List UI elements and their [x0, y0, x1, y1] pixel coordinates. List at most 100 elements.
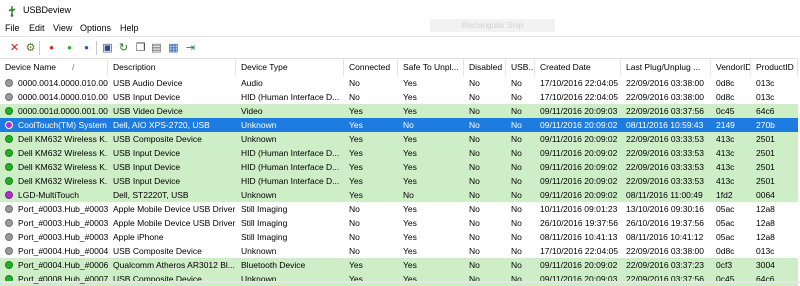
table-cell: HID (Human Interface D...: [241, 148, 340, 158]
table-cell: No: [511, 190, 522, 200]
table-cell: No: [511, 274, 522, 284]
refresh-icon[interactable]: ↻: [117, 41, 130, 54]
column-header[interactable]: Safe To Unpl...: [398, 59, 464, 76]
column-header-label: Disabled: [469, 62, 503, 72]
blue-dot-icon[interactable]: ●: [80, 41, 93, 54]
table-cell: Dell KM632 Wireless K...: [18, 134, 108, 144]
table-row[interactable]: Dell KM632 Wireless K... USB Input Device…: [0, 146, 798, 160]
delete-icon[interactable]: ✕: [8, 41, 21, 54]
table-row[interactable]: Port_#0004.Hub_#0004 USB Composite Device…: [0, 244, 798, 258]
table-cell: No: [511, 232, 522, 242]
table-cell: 22/09/2016 03:33:53: [626, 134, 704, 144]
table-cell: Yes: [403, 78, 417, 88]
exit-icon[interactable]: ⇥: [184, 41, 197, 54]
menu-help[interactable]: Help: [119, 23, 140, 33]
table-cell: 26/10/2016 19:37:56: [626, 218, 704, 228]
menu-edit[interactable]: Edit: [28, 23, 46, 33]
table-cell: USB Composite Device: [113, 246, 202, 256]
column-header-label: Last Plug/Unplug ...: [626, 62, 701, 72]
menu-file[interactable]: File: [4, 23, 21, 33]
column-header[interactable]: USB...: [506, 59, 535, 76]
table-cell: Yes: [403, 148, 417, 158]
table-cell: Yes: [403, 274, 417, 284]
table-row[interactable]: LGD-MultiTouch Dell, ST2220T, USB Unknown Y…: [0, 188, 798, 202]
table-cell: 09/11/2016 20:09:03: [540, 274, 618, 284]
table-cell: Yes: [349, 162, 363, 172]
table-cell: 2501: [756, 162, 775, 172]
properties-icon[interactable]: ▤: [150, 41, 163, 54]
table-cell: Dell KM632 Wireless K...: [18, 148, 108, 158]
table-cell: No: [511, 176, 522, 186]
table-row[interactable]: Dell KM632 Wireless K... USB Composite De…: [0, 132, 798, 146]
menu-options[interactable]: Options: [79, 23, 112, 33]
table-cell: Dell, ST2220T, USB: [113, 190, 189, 200]
column-header[interactable]: Device Type: [236, 59, 344, 76]
green-dot-icon[interactable]: ●: [63, 41, 76, 54]
table-row[interactable]: Dell KM632 Wireless K... USB Input Device…: [0, 160, 798, 174]
table-cell: Video: [241, 106, 263, 116]
table-cell: 2149: [716, 120, 735, 130]
table-cell: 22/09/2016 03:37:56: [626, 106, 704, 116]
column-header-row: Device Name / Description Device Type Connec…: [0, 58, 798, 77]
column-header[interactable]: Device Name /: [0, 59, 108, 76]
table-row[interactable]: Dell KM632 Wireless K... USB Input Device…: [0, 174, 798, 188]
red-dot-icon[interactable]: ●: [45, 41, 58, 54]
table-cell: No: [469, 190, 480, 200]
column-header[interactable]: Last Plug/Unplug ...: [621, 59, 711, 76]
table-row[interactable]: CoolTouch(TM) System Dell, AIO XPS-2720, …: [0, 118, 798, 132]
table-cell: 17/10/2016 22:04:05: [540, 78, 618, 88]
column-header-label: Device Type: [241, 62, 288, 72]
copy-icon[interactable]: ❐: [134, 41, 147, 54]
column-header-label: Safe To Unpl...: [403, 62, 459, 72]
table-cell: 413c: [716, 148, 735, 158]
column-header[interactable]: Connected: [344, 59, 398, 76]
table-cell: Yes: [349, 176, 363, 186]
table-cell: Unknown: [241, 274, 277, 284]
menu-view[interactable]: View: [52, 23, 73, 33]
table-cell: 64c6: [756, 274, 775, 284]
column-header-label: Device Name: [5, 62, 57, 72]
column-header-label: Description: [113, 62, 156, 72]
table-row[interactable]: Port_#0003.Hub_#0003 Apple Mobile Device …: [0, 202, 798, 216]
table-cell: 0d8c: [716, 246, 735, 256]
table-row[interactable]: Port_#0004.Hub_#0006 Qualcomm Atheros AR3…: [0, 258, 798, 272]
uninstall-icon[interactable]: ⚙: [24, 41, 37, 54]
table-cell: 2501: [756, 134, 775, 144]
column-header[interactable]: Disabled: [464, 59, 506, 76]
table-cell: Port_#0003.Hub_#0003: [18, 218, 108, 228]
table-row[interactable]: 0000.0014.0000.010.00... USB Input Device…: [0, 90, 798, 104]
table-cell: 270b: [756, 120, 775, 130]
table-cell: No: [469, 204, 480, 214]
table-cell: 09/11/2016 20:09:02: [540, 162, 618, 172]
table-cell: No: [469, 78, 480, 88]
table-row[interactable]: Port_#0003.Hub_#0003 Apple iPhone Still Im…: [0, 230, 798, 244]
table-cell: Yes: [403, 204, 417, 214]
table-row[interactable]: Port_#0003.Hub_#0003 Apple Mobile Device …: [0, 216, 798, 230]
save-icon[interactable]: ▣: [101, 41, 114, 54]
table-cell: Unknown: [241, 190, 277, 200]
table-row[interactable]: 0000.0014.0000.010.00... USB Audio Device…: [0, 76, 798, 90]
column-header[interactable]: ProductID: [751, 59, 798, 76]
table-cell: 013c: [756, 78, 775, 88]
html-report-icon[interactable]: ▦: [167, 41, 180, 54]
table-cell: 22/09/2016 03:33:53: [626, 162, 704, 172]
table-cell: 22/09/2016 03:33:53: [626, 148, 704, 158]
table-cell: 413c: [716, 176, 735, 186]
table-cell: 05ac: [716, 204, 735, 214]
table-cell: Port_#0008.Hub_#0007: [18, 274, 108, 284]
table-cell: No: [511, 134, 522, 144]
table-cell: 0d8c: [716, 78, 735, 88]
table-cell: 2501: [756, 176, 775, 186]
table-cell: Yes: [403, 218, 417, 228]
table-row[interactable]: Port_#0008.Hub_#0007 USB Composite Device…: [0, 272, 798, 286]
column-header-label: Connected: [349, 62, 391, 72]
table-cell: Dell KM632 Wireless K...: [18, 162, 108, 172]
table-cell: 3004: [756, 260, 775, 270]
table-cell: 08/11/2016 11:00:49: [626, 190, 703, 200]
column-header[interactable]: Description: [108, 59, 236, 76]
column-header[interactable]: VendorID: [711, 59, 751, 76]
table-cell: No: [511, 78, 522, 88]
column-header[interactable]: Created Date: [535, 59, 621, 76]
table-cell: 22/09/2016 03:38:00: [626, 78, 704, 88]
table-row[interactable]: 0000.001d.0000.001.00... USB Video Device…: [0, 104, 798, 118]
